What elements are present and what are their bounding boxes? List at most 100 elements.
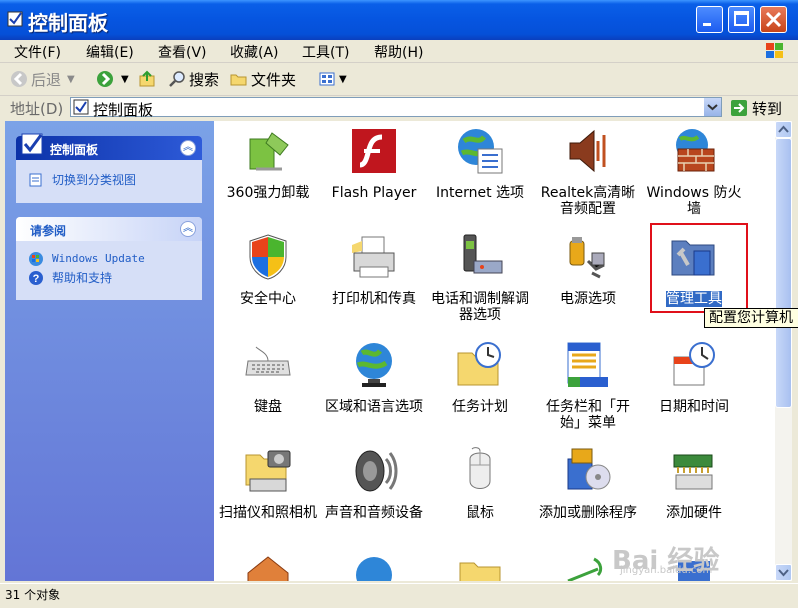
window-title: 控制面板 bbox=[28, 11, 108, 35]
menu-view[interactable]: 查看(V) bbox=[158, 42, 207, 62]
partial-item-icon bbox=[567, 557, 603, 581]
help-support-link[interactable]: ? 帮助和支持 bbox=[16, 268, 202, 287]
flash-icon bbox=[352, 129, 396, 173]
address-dropdown-button[interactable] bbox=[704, 98, 721, 116]
item-phone-modem[interactable]: 电话和调制解调器选项 bbox=[428, 231, 532, 323]
back-button[interactable]: 后退 ▼ bbox=[10, 69, 75, 89]
item-360-uninstall[interactable]: 360强力卸载 bbox=[216, 125, 320, 201]
menu-favorites[interactable]: 收藏(A) bbox=[230, 42, 279, 62]
vertical-scrollbar[interactable] bbox=[775, 121, 792, 581]
content-area: 控制面板 ︽ 切换到分类视图 请参阅 ︽ Windows Update ? 帮助… bbox=[0, 121, 798, 581]
item-add-hardware[interactable]: 添加硬件 bbox=[642, 445, 746, 521]
see-also-panel: 请参阅 ︽ Windows Update ? 帮助和支持 bbox=[16, 217, 202, 300]
partial-item-icon bbox=[459, 562, 501, 581]
back-label: 后退 bbox=[31, 70, 62, 89]
close-icon bbox=[765, 11, 782, 28]
toolbar: 后退 ▼ ▼ 搜索 文件夹 ▼ bbox=[0, 63, 798, 96]
phone-icon bbox=[463, 234, 503, 274]
up-folder-button[interactable] bbox=[138, 69, 159, 89]
menu-file[interactable]: 文件(F) bbox=[14, 42, 61, 62]
maximize-icon bbox=[734, 11, 749, 26]
forward-dropdown-icon[interactable]: ▼ bbox=[121, 74, 129, 85]
item-label: 任务计划 bbox=[452, 399, 508, 415]
annotation-highlight-box bbox=[650, 223, 748, 313]
minimize-button[interactable] bbox=[696, 6, 723, 33]
item-label: 扫描仪和照相机 bbox=[219, 505, 317, 521]
partial-item-icon bbox=[356, 557, 392, 581]
folders-button[interactable]: 文件夹 bbox=[230, 69, 296, 89]
status-bar: 31 个对象 bbox=[0, 583, 798, 605]
address-field[interactable]: 控制面板 bbox=[70, 97, 722, 119]
chevron-up-icon bbox=[778, 125, 789, 133]
search-label: 搜索 bbox=[189, 70, 220, 89]
see-also-panel-header[interactable]: 请参阅 ︽ bbox=[16, 217, 202, 241]
address-bar: 地址(D) 控制面板 转到 bbox=[0, 96, 798, 120]
item-flash-player[interactable]: Flash Player bbox=[322, 125, 426, 201]
forward-button[interactable]: ▼ bbox=[96, 69, 129, 89]
clock-icon bbox=[673, 342, 715, 386]
scroll-down-button[interactable] bbox=[775, 564, 792, 581]
item-scheduled-tasks[interactable]: 任务计划 bbox=[428, 339, 532, 415]
windows-update-link[interactable]: Windows Update bbox=[16, 249, 202, 268]
item-label: 添加硬件 bbox=[666, 505, 722, 521]
item-label: 360强力卸载 bbox=[226, 185, 310, 201]
control-panel-window: 控制面板 文件(F) 编辑(E) 查看(V) 收藏(A) 工具(T) 帮助(H)… bbox=[0, 0, 798, 608]
switch-category-view-link[interactable]: 切换到分类视图 bbox=[16, 170, 202, 189]
collapse-button[interactable]: ︽ bbox=[180, 140, 196, 156]
menu-tools[interactable]: 工具(T) bbox=[302, 42, 349, 62]
mouse-icon bbox=[469, 447, 491, 489]
item-realtek-audio[interactable]: Realtek高清晰音频配置 bbox=[536, 125, 640, 217]
back-dropdown-icon[interactable]: ▼ bbox=[67, 74, 75, 85]
item-mouse[interactable]: 鼠标 bbox=[428, 445, 532, 521]
taskbar-icon bbox=[567, 342, 608, 387]
search-button[interactable]: 搜索 bbox=[168, 69, 219, 89]
scanner-icon bbox=[245, 450, 291, 492]
item-keyboard[interactable]: 键盘 bbox=[216, 339, 320, 415]
control-panel-panel: 控制面板 ︽ 切换到分类视图 bbox=[16, 133, 202, 203]
item-add-remove-programs[interactable]: 添加或删除程序 bbox=[536, 445, 640, 521]
menu-help[interactable]: 帮助(H) bbox=[374, 42, 423, 62]
items-view: 360强力卸载 Flash Player Internet 选项 Realtek… bbox=[214, 121, 775, 581]
item-security-center[interactable]: 安全中心 bbox=[216, 231, 320, 307]
speaker-icon bbox=[569, 129, 606, 173]
item-scanners-cameras[interactable]: 扫描仪和照相机 bbox=[216, 445, 320, 521]
see-also-title: 请参阅 bbox=[30, 224, 67, 238]
scroll-thumb[interactable] bbox=[775, 138, 792, 408]
scroll-up-button[interactable] bbox=[775, 121, 792, 138]
item-taskbar-start[interactable]: 任务栏和「开始」菜单 bbox=[536, 339, 640, 431]
menu-edit[interactable]: 编辑(E) bbox=[86, 42, 134, 62]
chevron-down-icon bbox=[707, 104, 718, 111]
collapse-button[interactable]: ︽ bbox=[180, 221, 196, 237]
watermark-subtitle: jingyan.baidu.com bbox=[620, 565, 713, 576]
help-support-label: 帮助和支持 bbox=[52, 271, 113, 285]
views-button[interactable]: ▼ bbox=[318, 69, 347, 89]
maximize-button[interactable] bbox=[728, 6, 755, 33]
item-regional-language[interactable]: 区域和语言选项 bbox=[322, 339, 426, 415]
item-printers-faxes[interactable]: 打印机和传真 bbox=[322, 231, 426, 307]
control-panel-panel-header[interactable]: 控制面板 ︽ bbox=[16, 133, 202, 160]
go-button[interactable]: 转到 bbox=[730, 98, 782, 118]
control-panel-panel-title: 控制面板 bbox=[50, 143, 99, 157]
item-date-time[interactable]: 日期和时间 bbox=[642, 339, 746, 415]
item-internet-options[interactable]: Internet 选项 bbox=[428, 125, 532, 201]
title-bar[interactable]: 控制面板 bbox=[0, 0, 798, 40]
item-label: 日期和时间 bbox=[659, 399, 729, 415]
partial-item-icon bbox=[247, 556, 289, 581]
uninstall-icon bbox=[249, 132, 289, 171]
item-label: 电源选项 bbox=[560, 291, 616, 307]
close-button[interactable] bbox=[760, 6, 787, 33]
folders-label: 文件夹 bbox=[251, 70, 297, 89]
task-pane: 控制面板 ︽ 切换到分类视图 请参阅 ︽ Windows Update ? 帮助… bbox=[5, 121, 214, 581]
item-label: Realtek高清晰音频配置 bbox=[540, 185, 636, 217]
item-sounds-audio[interactable]: 声音和音频设备 bbox=[322, 445, 426, 521]
status-text: 31 个对象 bbox=[5, 588, 61, 602]
item-power-options[interactable]: 电源选项 bbox=[536, 231, 640, 307]
go-label: 转到 bbox=[752, 99, 783, 118]
item-label: 声音和音频设备 bbox=[325, 505, 423, 521]
windows-logo-icon bbox=[766, 43, 783, 58]
chevron-down-icon bbox=[778, 569, 789, 577]
printer-icon bbox=[352, 236, 395, 278]
folder-icon bbox=[230, 74, 247, 86]
item-label: 区域和语言选项 bbox=[325, 399, 423, 415]
item-windows-firewall[interactable]: Windows 防火墙 bbox=[642, 125, 746, 217]
